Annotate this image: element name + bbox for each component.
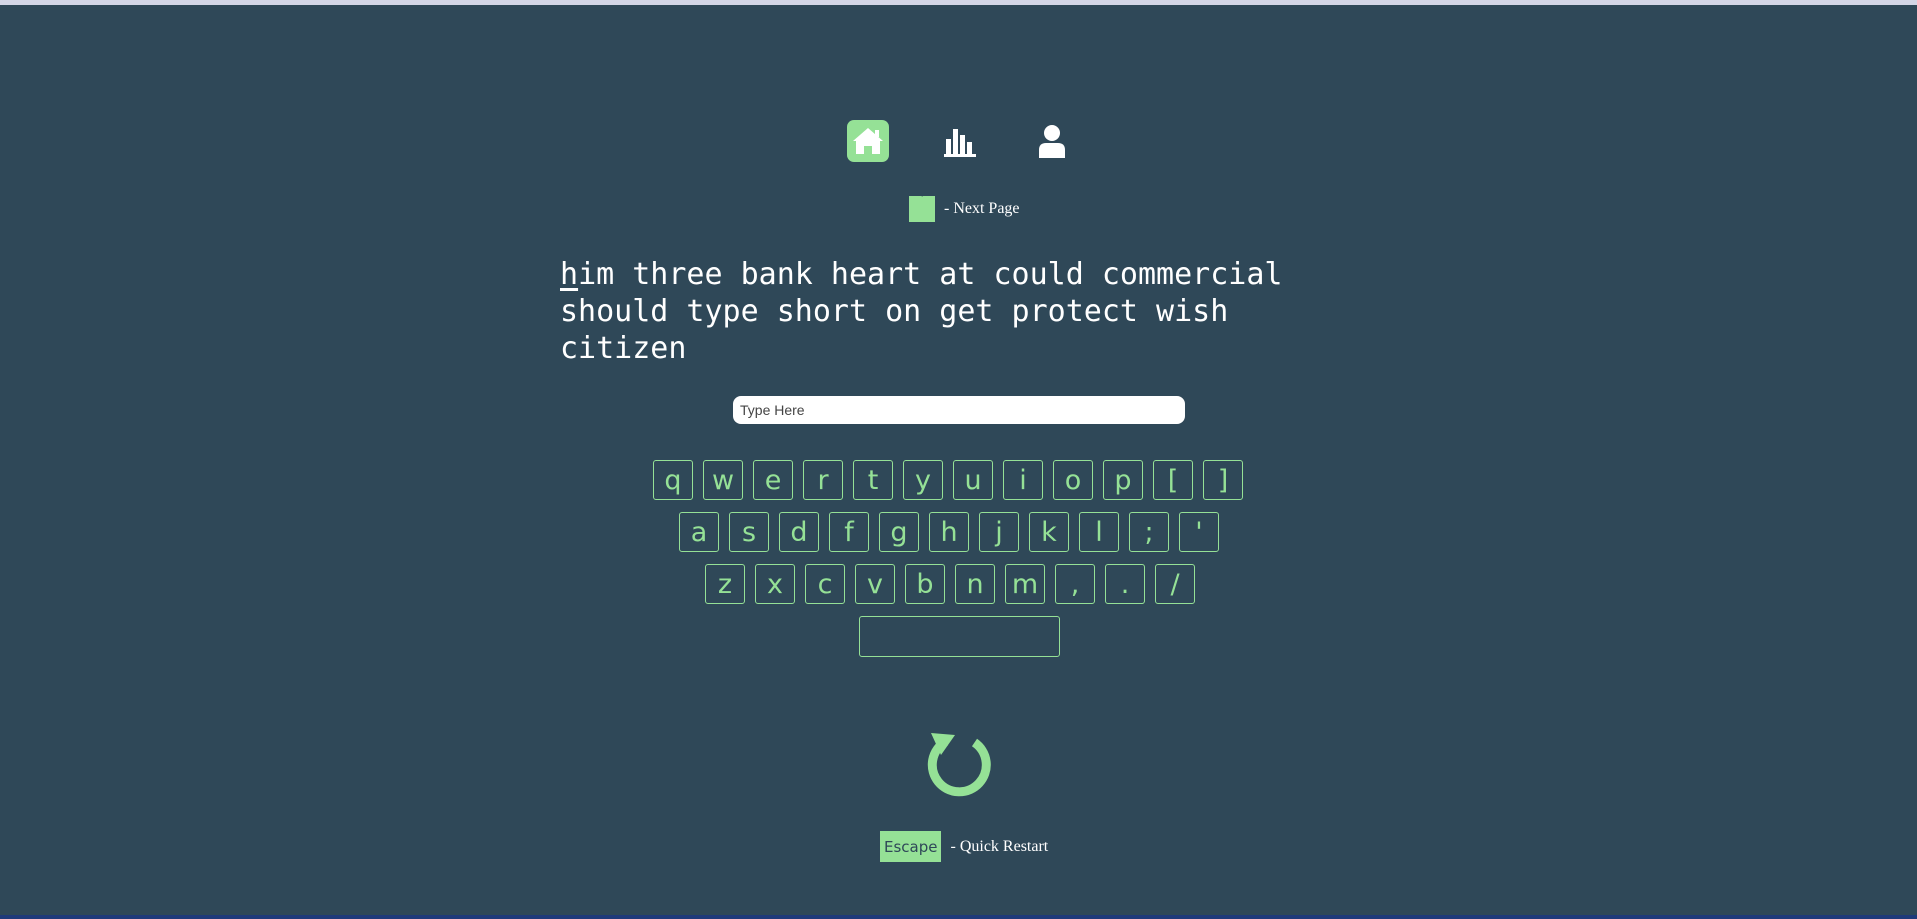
key: r: [803, 460, 843, 500]
quick-restart-hint: Escape - Quick Restart: [880, 831, 1048, 862]
key: a: [679, 512, 719, 552]
key: ,: [1055, 564, 1095, 604]
key: z: [705, 564, 745, 604]
keyboard-row-2: a s d f g h j k l; ': [679, 512, 1219, 552]
key: k: [1029, 512, 1069, 552]
key: b: [905, 564, 945, 604]
keyboard-row-1: q w e r t y u i o p[]: [653, 460, 1243, 500]
space-key: [859, 616, 1060, 657]
key: p: [1103, 460, 1143, 500]
key: h: [929, 512, 969, 552]
key: o: [1053, 460, 1093, 500]
key: s: [729, 512, 769, 552]
current-character: h: [560, 257, 579, 292]
key: w: [703, 460, 743, 500]
window-top-strip: [0, 0, 1917, 5]
backtick-key-badge: `: [909, 195, 935, 222]
key: x: [755, 564, 795, 604]
key: q: [653, 460, 693, 500]
key: y: [903, 460, 943, 500]
restart-icon[interactable]: [923, 729, 995, 801]
typing-input[interactable]: [733, 396, 1185, 424]
key: v: [855, 564, 895, 604]
next-page-hint: ` - Next Page: [909, 195, 1020, 222]
typing-passage: him three bank heart at could commercial…: [560, 256, 1330, 367]
key: t: [853, 460, 893, 500]
key: u: [953, 460, 993, 500]
key: g: [879, 512, 919, 552]
key: m: [1005, 564, 1045, 604]
key: [: [1153, 460, 1193, 500]
key: .: [1105, 564, 1145, 604]
key: ]: [1203, 460, 1243, 500]
key: c: [805, 564, 845, 604]
key: ;: [1129, 512, 1169, 552]
quick-restart-hint-text: - Quick Restart: [950, 837, 1049, 855]
keyboard-row-3: z x c v b n m,. /: [705, 564, 1195, 604]
passage-remaining-text: im three bank heart at could commercial …: [560, 257, 1283, 366]
key: d: [779, 512, 819, 552]
key: l: [1079, 512, 1119, 552]
home-icon[interactable]: [847, 120, 889, 162]
key: i: [1003, 460, 1043, 500]
key: n: [955, 564, 995, 604]
next-page-hint-text: - Next Page: [944, 200, 1020, 217]
key: j: [979, 512, 1019, 552]
key: /: [1155, 564, 1195, 604]
key: e: [753, 460, 793, 500]
key: ': [1179, 512, 1219, 552]
user-icon[interactable]: [1031, 120, 1073, 162]
window-bottom-strip: [0, 915, 1917, 919]
key: f: [829, 512, 869, 552]
bar-chart-icon[interactable]: [939, 120, 981, 162]
escape-key-badge: Escape: [880, 831, 942, 862]
